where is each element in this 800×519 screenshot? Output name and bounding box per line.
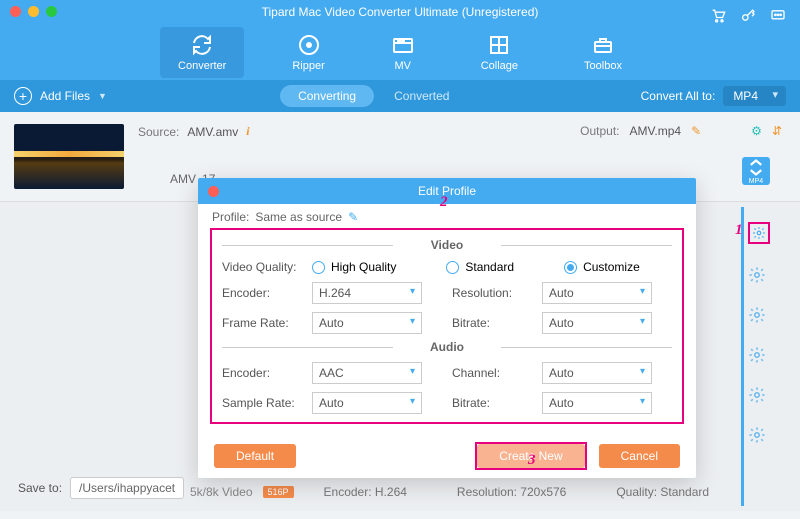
video-thumbnail[interactable] <box>14 124 124 189</box>
scrollbar[interactable] <box>741 207 744 506</box>
audio-channel-select[interactable]: Auto <box>542 362 652 384</box>
annotation-1: 1 <box>735 222 743 239</box>
audio-channel-label: Channel: <box>452 366 542 380</box>
minimize-icon[interactable] <box>28 6 39 17</box>
pencil-icon[interactable]: ✎ <box>691 124 701 138</box>
gear-icon[interactable]: ⚙ <box>751 124 762 138</box>
profile-label: Profile: <box>212 210 249 224</box>
audio-bitrate-label: Bitrate: <box>452 396 542 410</box>
app-header: Tipard Mac Video Converter Ultimate (Unr… <box>0 0 800 80</box>
main-tabs: Converter Ripper MV Collage Toolbox <box>0 27 800 78</box>
ripper-icon <box>297 33 321 57</box>
side-gear-column <box>748 222 770 444</box>
annotation-3: 3 <box>528 452 536 469</box>
sub-toolbar: + Add Files ▼ Converting Converted Conve… <box>0 80 800 112</box>
convert-all-format-select[interactable]: MP4 <box>723 86 786 106</box>
video-bitrate-label: Bitrate: <box>452 316 542 330</box>
tab-toolbox[interactable]: Toolbox <box>566 27 640 78</box>
app-title: Tipard Mac Video Converter Ultimate (Unr… <box>0 0 800 19</box>
settings-gear-icon[interactable] <box>748 222 770 244</box>
settings-gear-icon[interactable] <box>748 306 766 324</box>
save-to-label: Save to: <box>18 481 62 495</box>
modal-footer: Default Create New Cancel <box>198 442 696 470</box>
cancel-button[interactable]: Cancel <box>599 444 680 468</box>
plus-icon: + <box>14 87 32 105</box>
toolbox-icon <box>591 33 615 57</box>
settings-gear-icon[interactable] <box>748 346 766 364</box>
maximize-icon[interactable] <box>46 6 57 17</box>
seg-converting[interactable]: Converting <box>280 85 374 107</box>
source-filename: AMV.amv <box>187 125 238 139</box>
tab-ripper[interactable]: Ripper <box>274 27 342 78</box>
pencil-icon[interactable]: ✎ <box>348 210 358 224</box>
audio-samplerate-select[interactable]: Auto <box>312 392 422 414</box>
resolution-info: Resolution: 720x576 <box>457 485 566 499</box>
video-resolution-select[interactable]: Auto <box>542 282 652 304</box>
settings-gear-icon[interactable] <box>748 426 766 444</box>
video-framerate-select[interactable]: Auto <box>312 312 422 334</box>
audio-encoder-label: Encoder: <box>222 366 312 380</box>
profile-value: Same as source <box>255 210 342 224</box>
quality-info: Quality: Standard <box>616 485 709 499</box>
save-path-field[interactable]: /Users/ihappyacet <box>70 477 184 499</box>
audio-bitrate-select[interactable]: Auto <box>542 392 652 414</box>
cart-icon[interactable] <box>710 6 726 25</box>
bottom-info: 5k/8k Video 516P Encoder: H.264 Resoluti… <box>190 485 709 499</box>
segment-control: Converting Converted <box>280 85 467 107</box>
tab-collage[interactable]: Collage <box>463 27 536 78</box>
info-icon[interactable]: i <box>246 124 249 139</box>
settings-gear-icon[interactable] <box>748 266 766 284</box>
converter-icon <box>190 33 214 57</box>
video-quality-label: Video Quality: <box>222 260 312 274</box>
encoder-info: Encoder: H.264 <box>324 485 407 499</box>
audio-section-title: Audio <box>222 340 672 354</box>
feedback-icon[interactable] <box>770 6 786 25</box>
settings-gear-icon[interactable] <box>748 386 766 404</box>
mv-icon <box>391 33 415 57</box>
video-section-title: Video <box>222 238 672 252</box>
add-files-button[interactable]: + Add Files ▼ <box>14 87 107 105</box>
video-encoder-label: Encoder: <box>222 286 312 300</box>
radio-standard[interactable]: Standard <box>446 260 514 274</box>
collage-icon <box>487 33 511 57</box>
settings-frame: Video Video Quality: High Quality Standa… <box>210 228 684 424</box>
chevron-down-icon: ▼ <box>98 91 107 101</box>
seg-converted[interactable]: Converted <box>376 85 467 107</box>
key-icon[interactable] <box>740 6 756 25</box>
video-encoder-select[interactable]: H.264 <box>312 282 422 304</box>
audio-encoder-select[interactable]: AAC <box>312 362 422 384</box>
save-to-group: Save to: /Users/ihappyacet <box>18 477 184 499</box>
compress-icon[interactable]: ⇵ <box>772 124 782 138</box>
edit-profile-modal: Edit Profile Profile: Same as source ✎ V… <box>198 178 696 478</box>
video-resolution-label: Resolution: <box>452 286 542 300</box>
video-framerate-label: Frame Rate: <box>222 316 312 330</box>
source-label: Source: <box>138 125 179 139</box>
annotation-2: 2 <box>440 194 448 211</box>
audio-samplerate-label: Sample Rate: <box>222 396 312 410</box>
window-controls <box>10 6 57 17</box>
tab-converter[interactable]: Converter <box>160 27 244 78</box>
format-tag: AMV <box>170 172 196 186</box>
default-button[interactable]: Default <box>214 444 296 468</box>
tab-mv[interactable]: MV <box>373 27 433 78</box>
convert-all-group: Convert All to: MP4 <box>641 86 786 106</box>
res-badge: 516P <box>263 486 294 498</box>
radio-customize[interactable]: Customize <box>564 260 640 274</box>
res-tag: 5k/8k Video <box>190 485 253 499</box>
output-filename: AMV.mp4 <box>630 124 682 138</box>
close-icon[interactable] <box>10 6 21 17</box>
radio-high-quality[interactable]: High Quality <box>312 260 396 274</box>
output-label: Output: <box>580 124 619 138</box>
header-actions <box>710 6 786 25</box>
video-bitrate-select[interactable]: Auto <box>542 312 652 334</box>
output-profile-badge[interactable]: MP4 <box>742 157 770 185</box>
